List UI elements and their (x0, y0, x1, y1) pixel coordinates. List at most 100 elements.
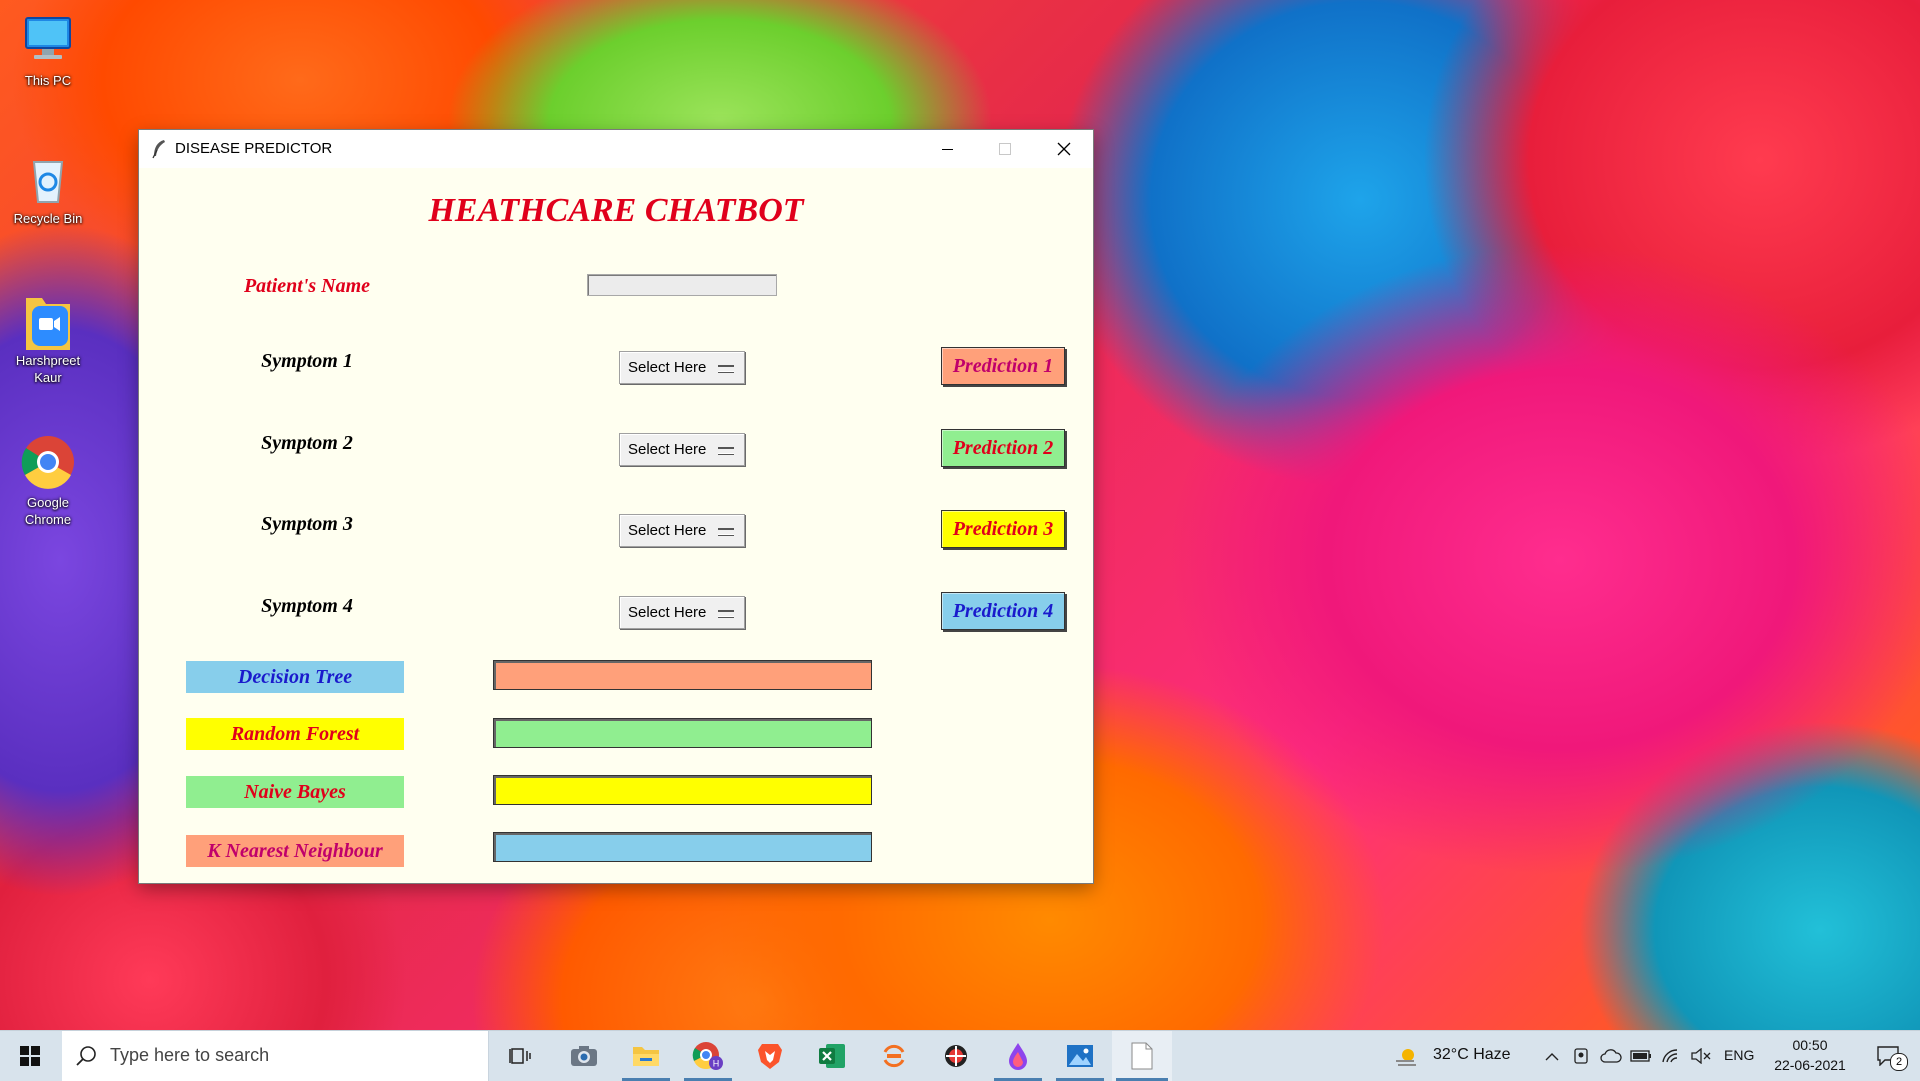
symptom-4-select-value: Select Here (628, 604, 707, 621)
windows-logo-icon (20, 1046, 40, 1066)
weather-text[interactable]: 32°C Haze (1433, 1046, 1511, 1064)
symptom-2-label: Symptom 2 (261, 432, 353, 454)
dropdown-indicator-icon (718, 528, 734, 535)
window-client-area: HEATHCARE CHATBOT Patient's Name Symptom… (140, 168, 1092, 882)
tray-network[interactable] (1657, 1031, 1685, 1081)
maximize-button[interactable] (976, 130, 1034, 168)
weather-widget-icon-wrapper[interactable] (1392, 1031, 1422, 1081)
naive-bayes-label: Naive Bayes (186, 776, 404, 808)
tray-onedrive[interactable] (1597, 1031, 1625, 1081)
wifi-icon (1662, 1049, 1678, 1063)
app-icon (945, 1045, 967, 1067)
symptom-1-label: Symptom 1 (261, 350, 353, 372)
excel-icon (819, 1044, 845, 1068)
naive-bayes-result[interactable] (493, 775, 872, 805)
taskbar-search-box[interactable]: Type here to search (62, 1031, 489, 1081)
recycle-bin-icon (20, 150, 76, 206)
tray-battery[interactable] (1627, 1031, 1655, 1081)
taskbar-app[interactable] (928, 1031, 984, 1081)
minimize-button[interactable] (918, 130, 976, 168)
brave-icon (758, 1044, 782, 1069)
taskbar-excel[interactable] (804, 1031, 860, 1081)
minimize-icon (941, 148, 953, 150)
file-explorer-icon (633, 1047, 659, 1066)
title-bar[interactable]: DISEASE PREDICTOR (139, 130, 1093, 168)
search-placeholder: Type here to search (110, 1045, 270, 1065)
droplet-app-icon (1009, 1043, 1027, 1070)
input-language[interactable]: ENG (1724, 1047, 1754, 1063)
chevron-up-icon (1545, 1052, 1559, 1060)
page-title: HEATHCARE CHATBOT (428, 192, 804, 229)
symptom-4-select[interactable]: Select Here (619, 596, 745, 629)
tray-volume[interactable] (1687, 1031, 1715, 1081)
dropdown-indicator-icon (718, 365, 734, 372)
taskbar-camera[interactable] (556, 1031, 612, 1081)
taskbar: Type here to search H 32°C Haze ENG 00:5… (0, 1030, 1920, 1081)
symptom-2-select[interactable]: Select Here (619, 433, 745, 466)
tray-meet-now[interactable] (1568, 1031, 1594, 1081)
disease-predictor-window: DISEASE PREDICTOR HEATHCARE CHATBOT Pati… (139, 130, 1093, 883)
taskbar-photos[interactable] (1052, 1031, 1108, 1081)
symptom-4-label: Symptom 4 (261, 595, 353, 617)
clock-date: 22-06-2021 (1774, 1057, 1846, 1073)
random-forest-label: Random Forest (186, 718, 404, 750)
patient-name-input[interactable] (587, 274, 777, 296)
taskbar-sync-app[interactable] (866, 1031, 922, 1081)
sync-app-icon (883, 1044, 905, 1068)
knn-result[interactable] (493, 832, 872, 862)
decision-tree-label: Decision Tree (186, 661, 404, 693)
show-hidden-icons-button[interactable] (1538, 1031, 1566, 1081)
desktop-icon-label: Recycle Bin (13, 211, 83, 226)
task-view-button[interactable] (496, 1031, 544, 1081)
knn-label: K Nearest Neighbour (186, 835, 404, 867)
taskbar-blank-document[interactable] (1112, 1031, 1172, 1081)
notification-count-badge: 2 (1890, 1053, 1908, 1071)
random-forest-result[interactable] (493, 718, 872, 748)
svg-text:H: H (713, 1059, 720, 1069)
close-icon (1057, 142, 1071, 156)
window-title: DISEASE PREDICTOR (175, 140, 333, 157)
chrome-profile-icon: H (692, 1042, 723, 1070)
action-center-button[interactable]: 2 (1866, 1031, 1910, 1081)
desktop-icon-this-pc[interactable]: This PC (8, 12, 88, 89)
taskbar-droplet-app[interactable] (990, 1031, 1046, 1081)
zoom-folder-icon (20, 292, 76, 350)
taskbar-brave[interactable] (742, 1031, 798, 1081)
symptom-1-select-value: Select Here (628, 359, 707, 376)
dropdown-indicator-icon (718, 610, 734, 617)
taskbar-clock[interactable]: 00:50 22-06-2021 (1760, 1035, 1860, 1079)
desktop-icon-recycle-bin[interactable]: Recycle Bin (8, 150, 88, 227)
close-button[interactable] (1035, 130, 1093, 168)
patient-name-label: Patient's Name (243, 275, 371, 297)
speaker-muted-icon (1691, 1048, 1711, 1064)
desktop-icon-google-chrome[interactable]: Google Chrome (8, 434, 88, 528)
symptom-3-select-value: Select Here (628, 522, 707, 539)
symptom-1-select[interactable]: Select Here (619, 351, 745, 384)
feather-icon (151, 139, 167, 159)
cloud-icon (1600, 1049, 1622, 1063)
symptom-3-select[interactable]: Select Here (619, 514, 745, 547)
desktop-icon-harshpreet-kaur[interactable]: Harshpreet Kaur (8, 292, 88, 386)
webcam-icon (1574, 1048, 1588, 1064)
symptom-2-select-value: Select Here (628, 441, 707, 458)
start-button[interactable] (0, 1031, 60, 1081)
dropdown-indicator-icon (718, 447, 734, 454)
desktop-icon-label: Google Chrome (24, 495, 72, 527)
maximize-icon (999, 143, 1011, 155)
task-view-icon (509, 1048, 531, 1064)
computer-icon (20, 12, 76, 68)
blank-document-icon (1131, 1042, 1153, 1070)
prediction-1-button[interactable]: Prediction 1 (941, 347, 1065, 385)
prediction-3-button[interactable]: Prediction 3 (941, 510, 1065, 548)
prediction-4-button[interactable]: Prediction 4 (941, 592, 1065, 630)
decision-tree-result[interactable] (493, 660, 872, 690)
photos-icon (1067, 1045, 1093, 1067)
weather-haze-icon (1396, 1049, 1416, 1066)
camera-icon (571, 1046, 597, 1066)
prediction-2-button[interactable]: Prediction 2 (941, 429, 1065, 467)
symptom-3-label: Symptom 3 (261, 513, 353, 535)
taskbar-chrome-profile[interactable]: H (680, 1031, 736, 1081)
desktop-icon-label: This PC (24, 73, 72, 88)
battery-icon (1630, 1050, 1651, 1062)
taskbar-file-explorer[interactable] (618, 1031, 674, 1081)
